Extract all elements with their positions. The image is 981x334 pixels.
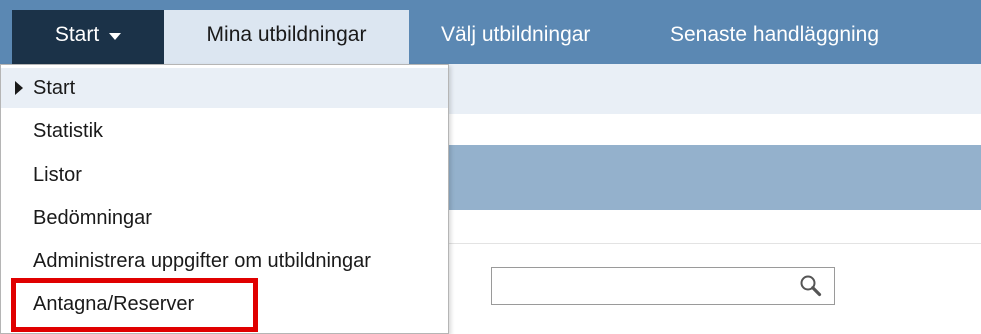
tab-senaste-handlaggning[interactable]: Senaste handläggning — [670, 10, 879, 64]
menu-item-bedomningar[interactable]: Bedömningar — [1, 198, 448, 238]
top-navbar: Start Mina utbildningar Välj utbildninga… — [0, 0, 981, 64]
menu-item-label: Bedömningar — [33, 206, 152, 229]
tab-mina-utbildningar[interactable]: Mina utbildningar — [164, 10, 409, 64]
search-input[interactable] — [492, 268, 792, 304]
menu-item-administrera[interactable]: Administrera uppgifter om utbildningar — [1, 241, 448, 281]
menu-item-listor[interactable]: Listor — [1, 155, 448, 195]
menu-item-label: Antagna/Reserver — [33, 292, 195, 315]
menu-item-antagna-reserver[interactable]: Antagna/Reserver — [1, 284, 448, 324]
search-box — [491, 267, 835, 305]
menu-item-label: Statistik — [33, 119, 104, 142]
caret-down-icon — [109, 33, 122, 40]
tab-label: Senaste handläggning — [670, 23, 880, 46]
tab-label: Mina utbildningar — [206, 23, 367, 46]
menu-item-start[interactable]: Start — [1, 68, 448, 108]
tab-label: Välj utbildningar — [441, 23, 591, 46]
start-menu-button[interactable]: Start — [12, 10, 164, 64]
caret-right-icon — [15, 81, 23, 95]
menu-item-label: Listor — [33, 163, 82, 186]
start-menu-label: Start — [54, 23, 100, 46]
menu-item-statistik[interactable]: Statistik — [1, 111, 448, 151]
search-icon[interactable] — [798, 273, 824, 299]
menu-item-label: Start — [33, 76, 76, 99]
menu-item-label: Administrera uppgifter om utbildningar — [33, 249, 371, 272]
tab-valj-utbildningar[interactable]: Välj utbildningar — [441, 10, 590, 64]
start-dropdown-menu: Start Statistik Listor Bedömningar Admin… — [0, 64, 449, 334]
